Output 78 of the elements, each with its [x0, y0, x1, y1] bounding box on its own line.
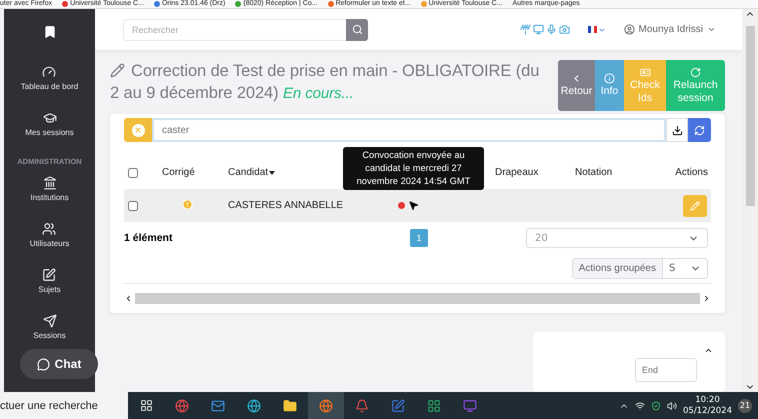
- scroll-up-icon[interactable]: [704, 346, 713, 355]
- id-card-icon: [640, 66, 650, 78]
- search-button[interactable]: [346, 18, 368, 40]
- search-field[interactable]: Rechercher: [123, 18, 346, 40]
- folder-icon: [283, 398, 297, 412]
- monitor-icon: [532, 24, 544, 35]
- reload-icon: [690, 66, 701, 78]
- pen-icon: [110, 63, 125, 78]
- status-text: En cours...: [283, 85, 354, 102]
- sidebar-item[interactable]: Sessions: [33, 304, 66, 350]
- building-icon: [42, 176, 56, 190]
- microphone-icon: [546, 24, 557, 35]
- tooltip: Convocation envoyée au candidat le mercredi 27 novembre 2024 14:54 GMT: [343, 147, 484, 190]
- clock[interactable]: 10:20 05/12/2024: [683, 394, 732, 416]
- cursor-icon: [408, 200, 419, 211]
- camera-icon: [558, 24, 570, 35]
- candidate-cell-text: CASTERES ANNABELLE: [227, 200, 344, 211]
- document-icon: [391, 398, 405, 412]
- action-button[interactable]: Retour: [558, 60, 595, 111]
- sidebar-item[interactable]: Utilisateurs: [30, 212, 70, 258]
- chat-bubble-icon: [36, 358, 50, 370]
- refresh-icon: [694, 124, 705, 136]
- users-icon: [42, 222, 56, 236]
- bookmark-icon[interactable]: [42, 25, 56, 39]
- sort-caret-icon[interactable]: [269, 170, 276, 174]
- mail-icon: [211, 398, 225, 412]
- horizontal-scrollbar[interactable]: [124, 291, 711, 305]
- column-header[interactable]: Notation: [575, 167, 612, 178]
- filter-field[interactable]: caster: [152, 118, 666, 142]
- globe-icon: [247, 398, 261, 412]
- user-icon: [624, 24, 635, 35]
- search-icon: [352, 24, 362, 35]
- shield-icon[interactable]: [651, 400, 661, 410]
- warning-icon: [182, 198, 193, 210]
- row-checkbox[interactable]: [128, 200, 138, 210]
- globe-icon: [319, 398, 333, 412]
- paper-plane-icon: [42, 314, 56, 328]
- chat-button[interactable]: Chat: [20, 349, 98, 379]
- grid-icon: [140, 399, 152, 412]
- gauge-icon: [42, 65, 56, 79]
- column-header[interactable]: Drapeaux: [495, 167, 538, 178]
- sidebar-item[interactable]: Tableau de bord: [20, 55, 78, 101]
- sidebar-item[interactable]: Institutions: [30, 166, 69, 212]
- download-icon: [672, 124, 682, 136]
- edit-icon: [42, 268, 56, 282]
- volume-icon[interactable]: [667, 400, 677, 410]
- flag-icon: [588, 26, 597, 33]
- scroll-right-icon[interactable]: [702, 294, 711, 302]
- scroll-left-icon[interactable]: [124, 294, 133, 302]
- antenna-icon: [520, 24, 531, 35]
- page-title: Correction de Test de prise en main - OBLIGATOIRE (du 2 au 9 décembre 2024) En cours...: [110, 61, 540, 104]
- end-field[interactable]: End: [635, 358, 697, 382]
- clear-icon: [132, 124, 144, 136]
- user-menu[interactable]: Mounya Idrissi: [624, 24, 716, 35]
- language-dropdown[interactable]: [588, 26, 606, 34]
- download-button[interactable]: [666, 118, 688, 142]
- refresh-button[interactable]: [688, 118, 711, 142]
- info-icon: [604, 73, 615, 84]
- bell-icon: [355, 398, 369, 412]
- bulk-actions-select[interactable]: Actions groupées S: [572, 258, 708, 279]
- monitor-icon: [463, 398, 477, 412]
- taskbar-search[interactable]: ctuer une recherche: [0, 392, 128, 419]
- column-header[interactable]: Candidat: [228, 167, 268, 178]
- sidebar-item[interactable]: Sujets: [38, 258, 61, 304]
- pen-icon: [690, 200, 700, 210]
- sidebar-item[interactable]: Mes sessions: [25, 101, 74, 147]
- status-dot: [398, 202, 405, 209]
- column-header[interactable]: Corrigé: [162, 167, 195, 178]
- graduation-cap-icon: [42, 111, 56, 125]
- globe-icon: [175, 398, 189, 412]
- wifi-icon[interactable]: [635, 400, 645, 410]
- item-count: 1 élément: [124, 232, 174, 244]
- select-all-checkbox[interactable]: [128, 168, 138, 178]
- grid-icon: [427, 398, 441, 412]
- column-header[interactable]: Actions: [675, 167, 708, 178]
- vertical-scrollbar[interactable]: [742, 9, 758, 392]
- notification-badge[interactable]: 21: [738, 398, 752, 412]
- caret-icon: [707, 25, 716, 34]
